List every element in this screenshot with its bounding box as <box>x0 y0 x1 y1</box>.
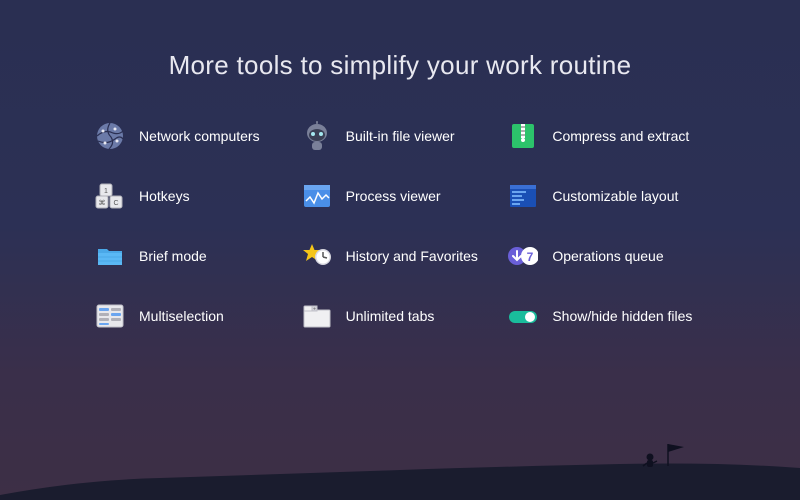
feature-brief-mode: Brief mode <box>95 241 292 271</box>
svg-text:⌘: ⌘ <box>99 199 106 207</box>
queue-icon: 7 <box>508 241 538 271</box>
feature-label: Network computers <box>139 128 260 144</box>
feature-compress-and-extract: Compress and extract <box>508 121 705 151</box>
feature-built-in-file-viewer: Built-in file viewer <box>302 121 499 151</box>
network-icon <box>95 121 125 151</box>
svg-text:+: + <box>313 307 316 313</box>
feature-process-viewer: Process viewer <box>302 181 499 211</box>
feature-label: Compress and extract <box>552 128 689 144</box>
svg-text:7: 7 <box>527 250 534 264</box>
feature-label: Process viewer <box>346 188 441 204</box>
feature-label: Customizable layout <box>552 188 678 204</box>
feature-hotkeys: 1 ⌘ C Hotkeys <box>95 181 292 211</box>
tabs-icon: + <box>302 301 332 331</box>
feature-label: Multiselection <box>139 308 224 324</box>
feature-label: History and Favorites <box>346 248 478 264</box>
feature-label: Show/hide hidden files <box>552 308 692 324</box>
svg-text:C: C <box>113 200 118 207</box>
layout-icon <box>508 181 538 211</box>
feature-label: Unlimited tabs <box>346 308 435 324</box>
feature-operations-queue: 7 Operations queue <box>508 241 705 271</box>
zip-icon <box>508 121 538 151</box>
feature-multiselection: Multiselection <box>95 301 292 331</box>
robot-icon <box>302 121 332 151</box>
hotkeys-icon: 1 ⌘ C <box>95 181 125 211</box>
toggle-icon <box>508 301 538 331</box>
svg-text:1: 1 <box>104 188 108 195</box>
feature-grid: Network computers Built-in file viewer <box>0 121 800 331</box>
folder-icon <box>95 241 125 271</box>
ground-illustration <box>0 440 800 500</box>
feature-customizable-layout: Customizable layout <box>508 181 705 211</box>
process-icon <box>302 181 332 211</box>
history-favorites-icon <box>302 241 332 271</box>
multiselect-icon <box>95 301 125 331</box>
feature-label: Hotkeys <box>139 188 190 204</box>
feature-label: Built-in file viewer <box>346 128 455 144</box>
page-title: More tools to simplify your work routine <box>0 0 800 121</box>
feature-label: Brief mode <box>139 248 207 264</box>
feature-unlimited-tabs: + Unlimited tabs <box>302 301 499 331</box>
feature-show-hide-hidden-files: Show/hide hidden files <box>508 301 705 331</box>
feature-history-and-favorites: History and Favorites <box>302 241 499 271</box>
feature-network-computers: Network computers <box>95 121 292 151</box>
feature-label: Operations queue <box>552 248 663 264</box>
